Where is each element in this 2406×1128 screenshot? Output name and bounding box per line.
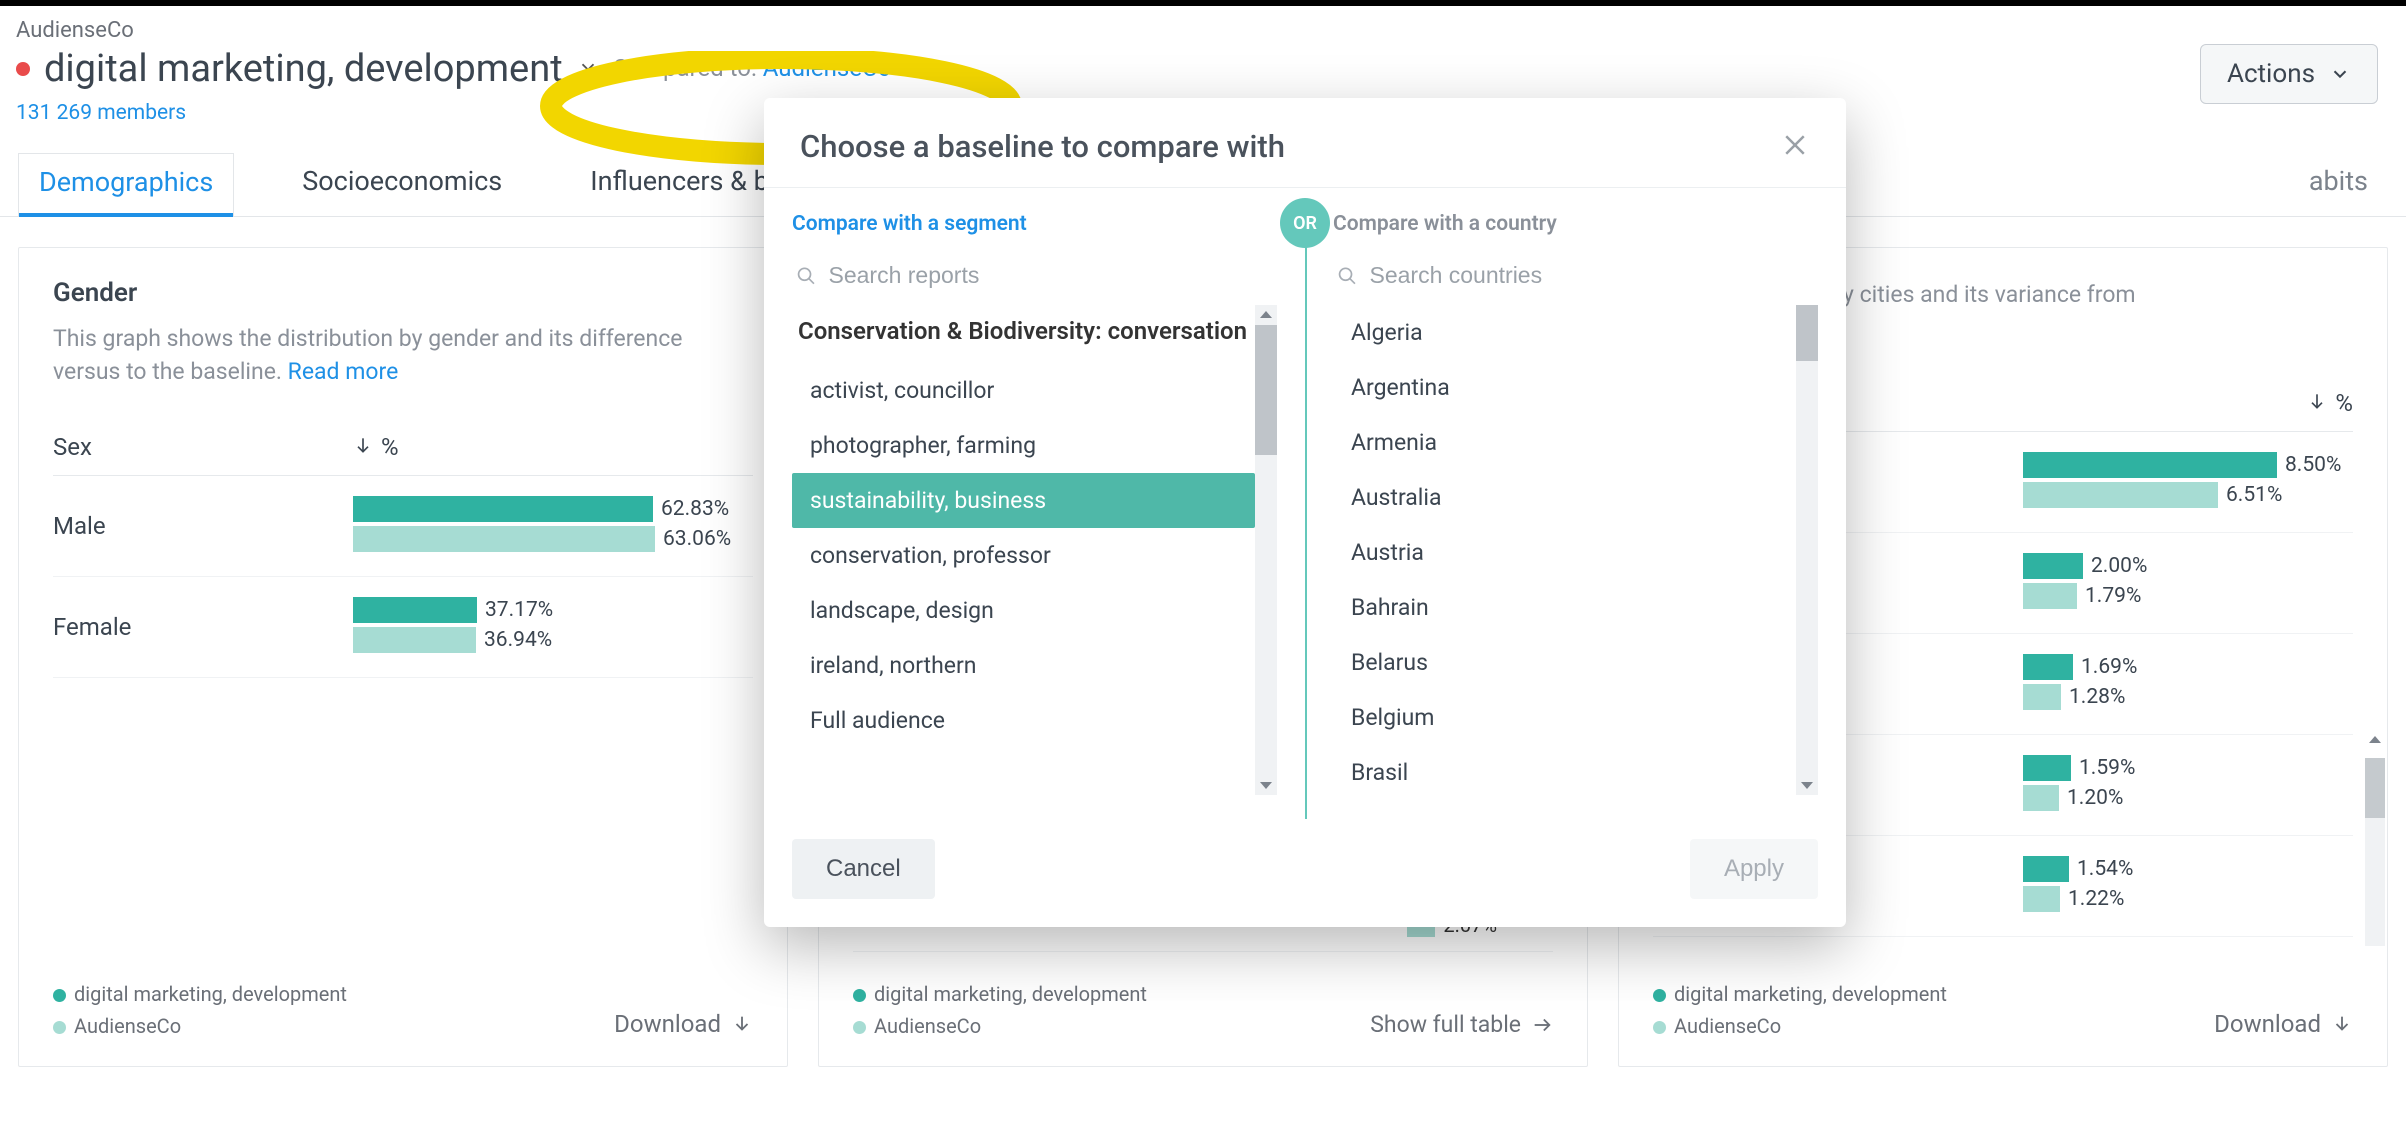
actions-button[interactable]: Actions xyxy=(2200,44,2378,104)
close-button[interactable] xyxy=(1780,130,1810,164)
baseline-modal: Choose a baseline to compare with OR Com… xyxy=(764,98,1846,927)
country-item[interactable]: Armenia xyxy=(1333,415,1796,470)
scroll-thumb[interactable] xyxy=(1796,305,1818,361)
show-full-table-button[interactable]: Show full table xyxy=(1370,1011,1553,1038)
segment-item[interactable]: landscape, design xyxy=(792,583,1255,638)
or-badge: OR xyxy=(1280,198,1330,248)
gender-card: Gender This graph shows the distribution… xyxy=(18,247,788,1067)
segment-item[interactable]: activist, councillor xyxy=(792,363,1255,418)
gender-col-pct[interactable]: % xyxy=(353,433,399,461)
tab-demographics[interactable]: Demographics xyxy=(18,153,234,216)
country-item[interactable]: Bahrain xyxy=(1333,580,1796,635)
sort-down-icon xyxy=(353,433,373,461)
country-item[interactable]: Australia xyxy=(1333,470,1796,525)
cities-col-pct[interactable]: % xyxy=(2307,389,2353,417)
arrow-right-icon xyxy=(1531,1014,1553,1036)
scroll-thumb[interactable] xyxy=(1255,325,1277,455)
status-dot xyxy=(16,62,30,76)
compared-value[interactable]: AudienseCo xyxy=(763,54,892,82)
compared-chevron-up-icon[interactable] xyxy=(897,56,919,84)
segment-scrollbar[interactable] xyxy=(1255,305,1277,795)
country-column: Compare with a country AlgeriaArgentinaA… xyxy=(1305,188,1846,819)
title-chevron-down-icon[interactable] xyxy=(577,56,599,82)
legend: digital marketing, development AudienseC… xyxy=(1653,982,1947,1038)
tab-socioeconomics[interactable]: Socioeconomics xyxy=(282,153,522,216)
divider xyxy=(1305,224,1307,819)
row-label: Male xyxy=(53,512,353,540)
country-search-input[interactable] xyxy=(1370,262,1815,289)
apply-button[interactable]: Apply xyxy=(1690,839,1818,899)
gender-row: Female 37.17% 36.94% xyxy=(53,577,753,678)
country-item[interactable]: Brasil xyxy=(1333,745,1796,795)
search-icon xyxy=(1337,265,1358,287)
cities-scrollbar[interactable] xyxy=(2365,758,2385,946)
cancel-button[interactable]: Cancel xyxy=(792,839,935,899)
scroll-up-icon[interactable] xyxy=(1258,307,1274,323)
breadcrumb: AudienseCo xyxy=(16,18,2390,43)
download-icon xyxy=(731,1013,753,1035)
segment-search-input[interactable] xyxy=(829,262,1274,289)
segment-title[interactable]: Compare with a segment xyxy=(792,212,1277,236)
segment-group: Conservation & Biodiversity: conversatio… xyxy=(792,305,1255,363)
tab-habits-partial[interactable]: abits xyxy=(2289,153,2388,216)
close-icon xyxy=(1780,130,1810,160)
country-item[interactable]: Belgium xyxy=(1333,690,1796,745)
sort-down-icon xyxy=(2307,389,2327,417)
country-item[interactable]: Belarus xyxy=(1333,635,1796,690)
legend: digital marketing, development AudienseC… xyxy=(853,982,1147,1038)
segment-item[interactable]: photographer, farming xyxy=(792,418,1255,473)
download-icon xyxy=(2331,1013,2353,1035)
download-button[interactable]: Download xyxy=(614,1010,753,1038)
compared-label: Compared to: xyxy=(613,54,757,82)
country-item[interactable]: Argentina xyxy=(1333,360,1796,415)
segment-item[interactable]: Full audience xyxy=(792,693,1255,748)
legend: digital marketing, development AudienseC… xyxy=(53,982,347,1038)
gender-read-more[interactable]: Read more xyxy=(288,358,399,385)
gender-title: Gender xyxy=(53,278,753,308)
segment-item[interactable]: ireland, northern xyxy=(792,638,1255,693)
country-scrollbar[interactable] xyxy=(1796,305,1818,795)
scroll-down-icon[interactable] xyxy=(1258,777,1274,793)
download-button[interactable]: Download xyxy=(2214,1010,2353,1038)
chevron-down-icon xyxy=(2329,63,2351,85)
gender-col-sex[interactable]: Sex xyxy=(53,433,353,461)
segment-column: Compare with a segment Conservation & Bi… xyxy=(764,188,1305,819)
modal-title: Choose a baseline to compare with xyxy=(800,128,1285,165)
row-label: Female xyxy=(53,613,353,641)
country-item[interactable]: Algeria xyxy=(1333,305,1796,360)
segment-item[interactable]: conservation, professor xyxy=(792,528,1255,583)
scroll-down-icon[interactable] xyxy=(1799,777,1815,793)
report-title[interactable]: digital marketing, development xyxy=(44,47,563,91)
gender-desc: This graph shows the distribution by gen… xyxy=(53,322,753,389)
country-item[interactable]: Austria xyxy=(1333,525,1796,580)
country-title[interactable]: Compare with a country xyxy=(1333,212,1818,236)
segment-item[interactable]: sustainability, business xyxy=(792,473,1255,528)
gender-row: Male 62.83% 63.06% xyxy=(53,476,753,577)
scroll-up-icon[interactable] xyxy=(2367,732,2383,748)
search-icon xyxy=(796,265,817,287)
